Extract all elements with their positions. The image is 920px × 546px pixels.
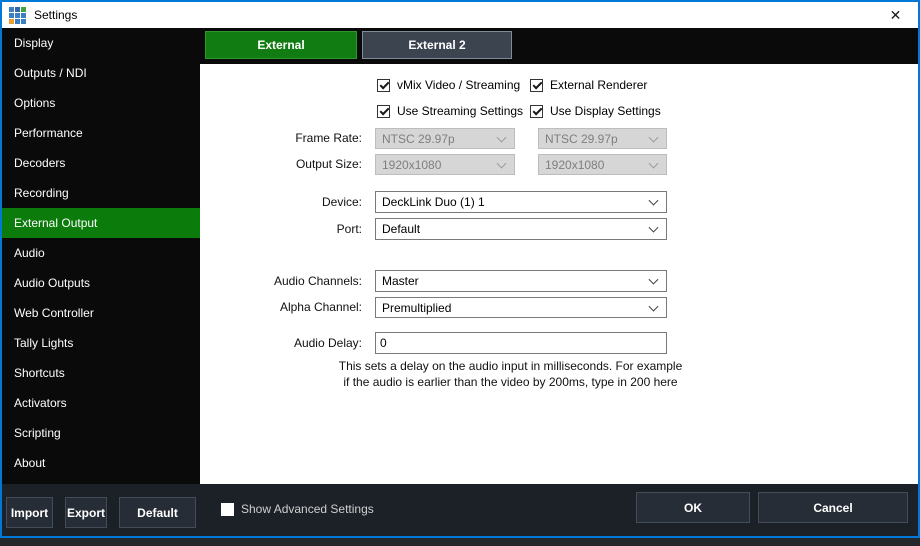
sidebar-item-audio[interactable]: Audio (2, 238, 200, 268)
sidebar-item-audio-outputs[interactable]: Audio Outputs (2, 268, 200, 298)
cancel-button[interactable]: Cancel (758, 492, 908, 523)
sidebar-item-outputs-ndi[interactable]: Outputs / NDI (2, 58, 200, 88)
device-dropdown[interactable]: DeckLink Duo (1) 1 (375, 191, 667, 213)
sidebar-item-label: Activators (14, 396, 67, 410)
tab-external-2[interactable]: External 2 (362, 31, 512, 59)
checkbox-icon (221, 503, 234, 516)
chevron-down-icon (649, 132, 659, 142)
checkbox-label: Show Advanced Settings (241, 502, 374, 516)
sidebar-item-about[interactable]: About (2, 448, 200, 478)
chevron-down-icon (649, 301, 659, 311)
sidebar-item-label: About (14, 456, 45, 470)
audio-delay-input[interactable] (375, 332, 667, 354)
frame-rate-label: Frame Rate: (200, 128, 362, 149)
sidebar-item-label: Audio Outputs (14, 276, 90, 290)
close-icon[interactable]: ✕ (873, 2, 918, 28)
sidebar-item-label: Tally Lights (14, 336, 73, 350)
dropdown-value: NTSC 29.97p (382, 132, 455, 146)
export-button[interactable]: Export (65, 497, 107, 528)
sidebar-item-label: Decoders (14, 156, 65, 170)
sidebar-item-label: Display (14, 36, 53, 50)
output-size-label: Output Size: (200, 154, 362, 175)
sidebar-item-options[interactable]: Options (2, 88, 200, 118)
use-streaming-settings-checkbox[interactable]: Use Streaming Settings (377, 104, 523, 118)
settings-window: Settings ✕ Display Outputs / NDI Options… (0, 0, 920, 538)
ok-button[interactable]: OK (636, 492, 750, 523)
frame-rate-dropdown-1: NTSC 29.97p (375, 128, 515, 149)
sidebar-item-decoders[interactable]: Decoders (2, 148, 200, 178)
dropdown-value: Default (382, 222, 420, 236)
sidebar-item-label: Web Controller (14, 306, 94, 320)
frame-rate-dropdown-2: NTSC 29.97p (538, 128, 667, 149)
sidebar-item-label: Options (14, 96, 55, 110)
sidebar-item-scripting[interactable]: Scripting (2, 418, 200, 448)
use-display-settings-checkbox[interactable]: Use Display Settings (530, 104, 661, 118)
sidebar-item-label: External Output (14, 216, 97, 230)
alpha-channel-label: Alpha Channel: (200, 297, 362, 318)
chevron-down-icon (649, 158, 659, 168)
output-tabs: External External 2 (200, 28, 918, 64)
port-label: Port: (200, 218, 362, 240)
dropdown-value: Premultiplied (382, 301, 451, 315)
dropdown-value: 1920x1080 (545, 158, 604, 172)
sidebar-item-label: Performance (14, 126, 83, 140)
sidebar-item-activators[interactable]: Activators (2, 388, 200, 418)
checkbox-icon (377, 79, 390, 92)
chevron-down-icon (649, 223, 659, 233)
chevron-down-icon (497, 132, 507, 142)
external-output-panel: vMix Video / Streaming External Renderer… (200, 64, 918, 484)
dropdown-value: 1920x1080 (382, 158, 441, 172)
window-title: Settings (34, 8, 77, 22)
sidebar-item-web-controller[interactable]: Web Controller (2, 298, 200, 328)
audio-channels-label: Audio Channels: (200, 270, 362, 292)
sidebar-item-label: Scripting (14, 426, 61, 440)
sidebar-item-recording[interactable]: Recording (2, 178, 200, 208)
tab-external[interactable]: External (205, 31, 357, 59)
alpha-channel-dropdown[interactable]: Premultiplied (375, 297, 667, 318)
audio-channels-dropdown[interactable]: Master (375, 270, 667, 292)
sidebar-item-label: Shortcuts (14, 366, 65, 380)
external-renderer-checkbox[interactable]: External Renderer (530, 78, 647, 92)
output-size-dropdown-1: 1920x1080 (375, 154, 515, 175)
checkbox-icon (530, 105, 543, 118)
checkbox-icon (377, 105, 390, 118)
audio-delay-help-text: This sets a delay on the audio input in … (338, 358, 683, 390)
settings-sidebar: Display Outputs / NDI Options Performanc… (2, 28, 200, 484)
sidebar-item-label: Outputs / NDI (14, 66, 87, 80)
checkbox-label: Use Display Settings (550, 104, 661, 118)
sidebar-item-shortcuts[interactable]: Shortcuts (2, 358, 200, 388)
vmix-logo-icon (9, 7, 26, 24)
sidebar-item-display[interactable]: Display (2, 28, 200, 58)
import-button[interactable]: Import (6, 497, 53, 528)
sidebar-item-external-output[interactable]: External Output (2, 208, 200, 238)
sidebar-item-label: Recording (14, 186, 69, 200)
checkbox-icon (530, 79, 543, 92)
chevron-down-icon (497, 158, 507, 168)
chevron-down-icon (649, 196, 659, 206)
dropdown-value: Master (382, 274, 419, 288)
show-advanced-settings-checkbox[interactable]: Show Advanced Settings (221, 502, 374, 516)
dropdown-value: NTSC 29.97p (545, 132, 618, 146)
output-size-dropdown-2: 1920x1080 (538, 154, 667, 175)
checkbox-label: External Renderer (550, 78, 647, 92)
checkbox-label: vMix Video / Streaming (397, 78, 520, 92)
sidebar-item-tally-lights[interactable]: Tally Lights (2, 328, 200, 358)
dropdown-value: DeckLink Duo (1) 1 (382, 195, 485, 209)
sidebar-item-performance[interactable]: Performance (2, 118, 200, 148)
bottom-bar: Import Export Default Show Advanced Sett… (2, 484, 918, 536)
default-button[interactable]: Default (119, 497, 196, 528)
port-dropdown[interactable]: Default (375, 218, 667, 240)
sidebar-item-label: Audio (14, 246, 45, 260)
audio-delay-label: Audio Delay: (200, 332, 362, 354)
checkbox-label: Use Streaming Settings (397, 104, 523, 118)
chevron-down-icon (649, 275, 659, 285)
title-bar: Settings ✕ (2, 2, 918, 28)
vmix-video-streaming-checkbox[interactable]: vMix Video / Streaming (377, 78, 520, 92)
device-label: Device: (200, 191, 362, 213)
